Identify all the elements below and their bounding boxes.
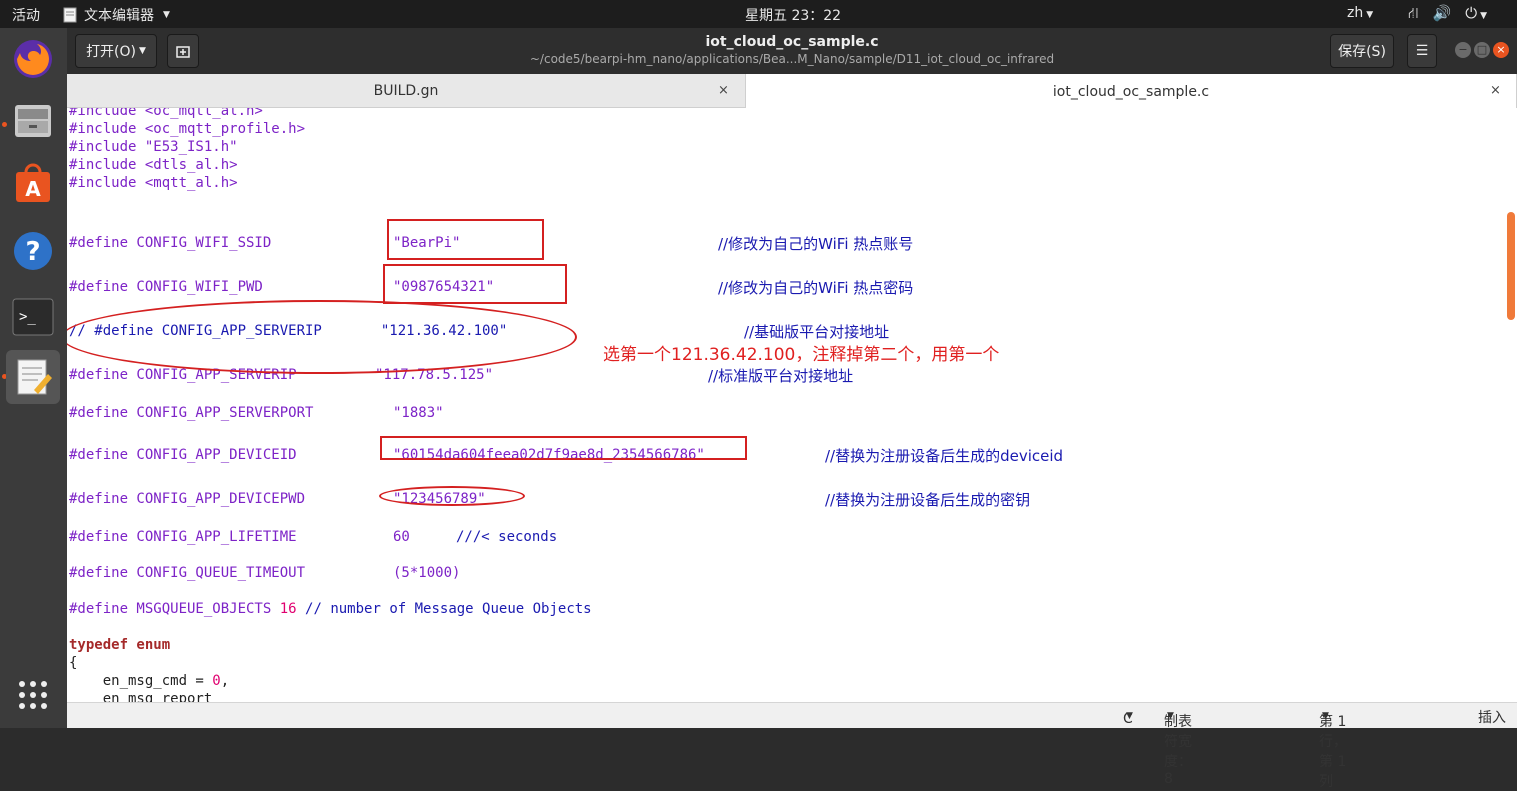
code-comment: //标准版平台对接地址 (708, 367, 854, 385)
header-bar: 打开(O) ▼ iot_cloud_oc_sample.c ~/code5/bea… (67, 28, 1517, 74)
tab-width-label: 制表符宽度：8 (1164, 714, 1192, 787)
tab-build-gn[interactable]: BUILD.gn × (67, 74, 745, 108)
tab-iot-cloud-oc-sample[interactable]: iot_cloud_oc_sample.c × (745, 74, 1517, 109)
text-editor-icon[interactable] (6, 350, 60, 404)
caret-down-icon: ▼ (1126, 711, 1133, 721)
language-label: zh (1347, 5, 1364, 21)
highlight-ellipse (67, 300, 577, 374)
code-comment: // number of Message Queue Objects (305, 601, 592, 617)
code-line: #define CONFIG_APP_DEVICEID (69, 447, 297, 463)
svg-text:?: ? (25, 237, 40, 267)
typedef-keyword: typedef enum (69, 637, 171, 653)
string-literal: "1883" (393, 405, 444, 421)
volume-icon: 🔊 (1432, 4, 1452, 22)
number-literal: 0 (212, 673, 221, 689)
code-line: #define CONFIG_APP_DEVICEPWD (69, 491, 306, 507)
software-center-icon[interactable]: A (6, 156, 60, 210)
tab-label: BUILD.gn (373, 83, 439, 99)
caret-down-icon: ▼ (1322, 711, 1329, 721)
annotation-text: 选第一个121.36.42.100，注释掉第二个，用第一个 (603, 345, 1000, 365)
status-bar: C ▼ 制表符宽度：8 ▼ 第 1 行，第 1 列 ▼ 插入 (67, 702, 1517, 790)
help-icon[interactable]: ? (6, 224, 60, 278)
code-line: en_msg_cmd = 0, (69, 673, 229, 689)
highlight-box (387, 219, 544, 260)
code-line: en_msg_report (69, 691, 213, 702)
system-tray[interactable]: ⛙ 🔊 ⏻ ▼ (1408, 4, 1487, 24)
number-literal: 16 (279, 601, 297, 617)
top-bar: 活动 文本编辑器 ▼ 星期五 23：22 zh ▼ ⛙ 🔊 ⏻ ▼ (0, 0, 1517, 28)
tab-bar: BUILD.gn × iot_cloud_oc_sample.c × (67, 74, 1517, 109)
caret-down-icon: ▼ (163, 10, 170, 20)
window-title: iot_cloud_oc_sample.c (705, 34, 879, 50)
input-language-indicator[interactable]: zh ▼ (1347, 5, 1373, 21)
close-icon[interactable]: × (718, 83, 729, 98)
code-line: #include <dtls_al.h> (69, 157, 238, 173)
highlight-ellipse (379, 486, 525, 506)
code-line: #define CONFIG_WIFI_SSID (69, 235, 271, 251)
app-menu[interactable]: 文本编辑器 ▼ (62, 5, 170, 25)
highlight-box (380, 436, 747, 460)
highlight-box (383, 264, 567, 304)
app-menu-label: 文本编辑器 (84, 8, 154, 24)
code-line: { (69, 655, 78, 671)
enum-member: en_msg_cmd = (69, 673, 213, 689)
code-comment: ///< seconds (456, 529, 558, 545)
dock: A ? >_ (0, 28, 67, 728)
code-comment: //基础版平台对接地址 (744, 323, 890, 341)
maximize-icon[interactable]: □ (1474, 42, 1490, 58)
tab-label: iot_cloud_oc_sample.c (1052, 83, 1210, 100)
show-applications-icon[interactable] (6, 668, 60, 722)
text-editor-window: 打开(O) ▼ iot_cloud_oc_sample.c ~/code5/bea… (67, 28, 1517, 790)
code-line: #define CONFIG_APP_SERVERPORT (69, 405, 314, 421)
code-comment: //修改为自己的WiFi 热点密码 (718, 279, 914, 297)
save-button[interactable]: 保存(S) (1330, 34, 1394, 68)
files-icon[interactable] (6, 93, 60, 147)
code-line: #include <oc_mqtt_profile.h> (69, 121, 306, 137)
insert-mode-indicator: 插入 (1478, 710, 1506, 726)
define-keyword: #define MSGQUEUE_OBJECTS (69, 601, 272, 617)
svg-text:A: A (25, 177, 41, 201)
power-icon: ⏻ ▼ (1465, 4, 1488, 22)
code-line: #define CONFIG_WIFI_PWD (69, 279, 263, 295)
code-line: #define CONFIG_APP_LIFETIME (69, 529, 297, 545)
close-window-icon[interactable]: × (1493, 42, 1509, 58)
close-icon[interactable]: × (1490, 83, 1501, 98)
code-line: typedef enum (69, 637, 170, 653)
minimize-icon[interactable]: − (1455, 42, 1471, 58)
terminal-icon[interactable]: >_ (6, 290, 60, 344)
punctuation: , (220, 673, 230, 689)
caret-down-icon: ▼ (1366, 10, 1374, 20)
menu-icon: ☰ (1415, 43, 1429, 59)
file-path: ~/code5/bearpi-hm_nano/applications/Bea.… (529, 52, 1055, 66)
number-literal: 60 (393, 529, 410, 545)
code-editor[interactable]: #include <oc_mqtt_al.h> #include <oc_mqt… (67, 108, 1517, 702)
code-line: #define MSGQUEUE_OBJECTS 16 // number of… (69, 601, 592, 617)
caret-down-icon: ▼ (1167, 711, 1174, 721)
save-label: 保存(S) (1338, 44, 1386, 60)
cursor-position-label: 第 1 行，第 1 列 (1319, 714, 1347, 790)
code-line: #include <oc_mqtt_al.h> (69, 108, 263, 119)
code-comment: //修改为自己的WiFi 热点账号 (718, 235, 914, 253)
code-line: #include <mqtt_al.h> (69, 175, 238, 191)
code-comment: //替换为注册设备后生成的密钥 (825, 491, 1031, 509)
clock[interactable]: 星期五 23：22 (745, 5, 841, 25)
define-keyword: #define CONFIG_WIFI_SSID (69, 235, 272, 251)
code-comment: //替换为注册设备后生成的deviceid (825, 447, 1064, 465)
text-editor-small-icon (63, 7, 77, 23)
activities-button[interactable]: 活动 (12, 5, 40, 25)
scrollbar-thumb[interactable] (1507, 212, 1515, 320)
firefox-icon[interactable] (6, 32, 60, 86)
code-line: #define CONFIG_QUEUE_TIMEOUT (69, 565, 306, 581)
code-line: #include "E53_IS1.h" (69, 139, 238, 155)
hamburger-menu-button[interactable]: ☰ (1407, 34, 1437, 68)
value-literal: (5*1000) (393, 565, 461, 581)
network-icon: ⛙ (1408, 4, 1419, 22)
svg-text:>_: >_ (19, 309, 36, 325)
